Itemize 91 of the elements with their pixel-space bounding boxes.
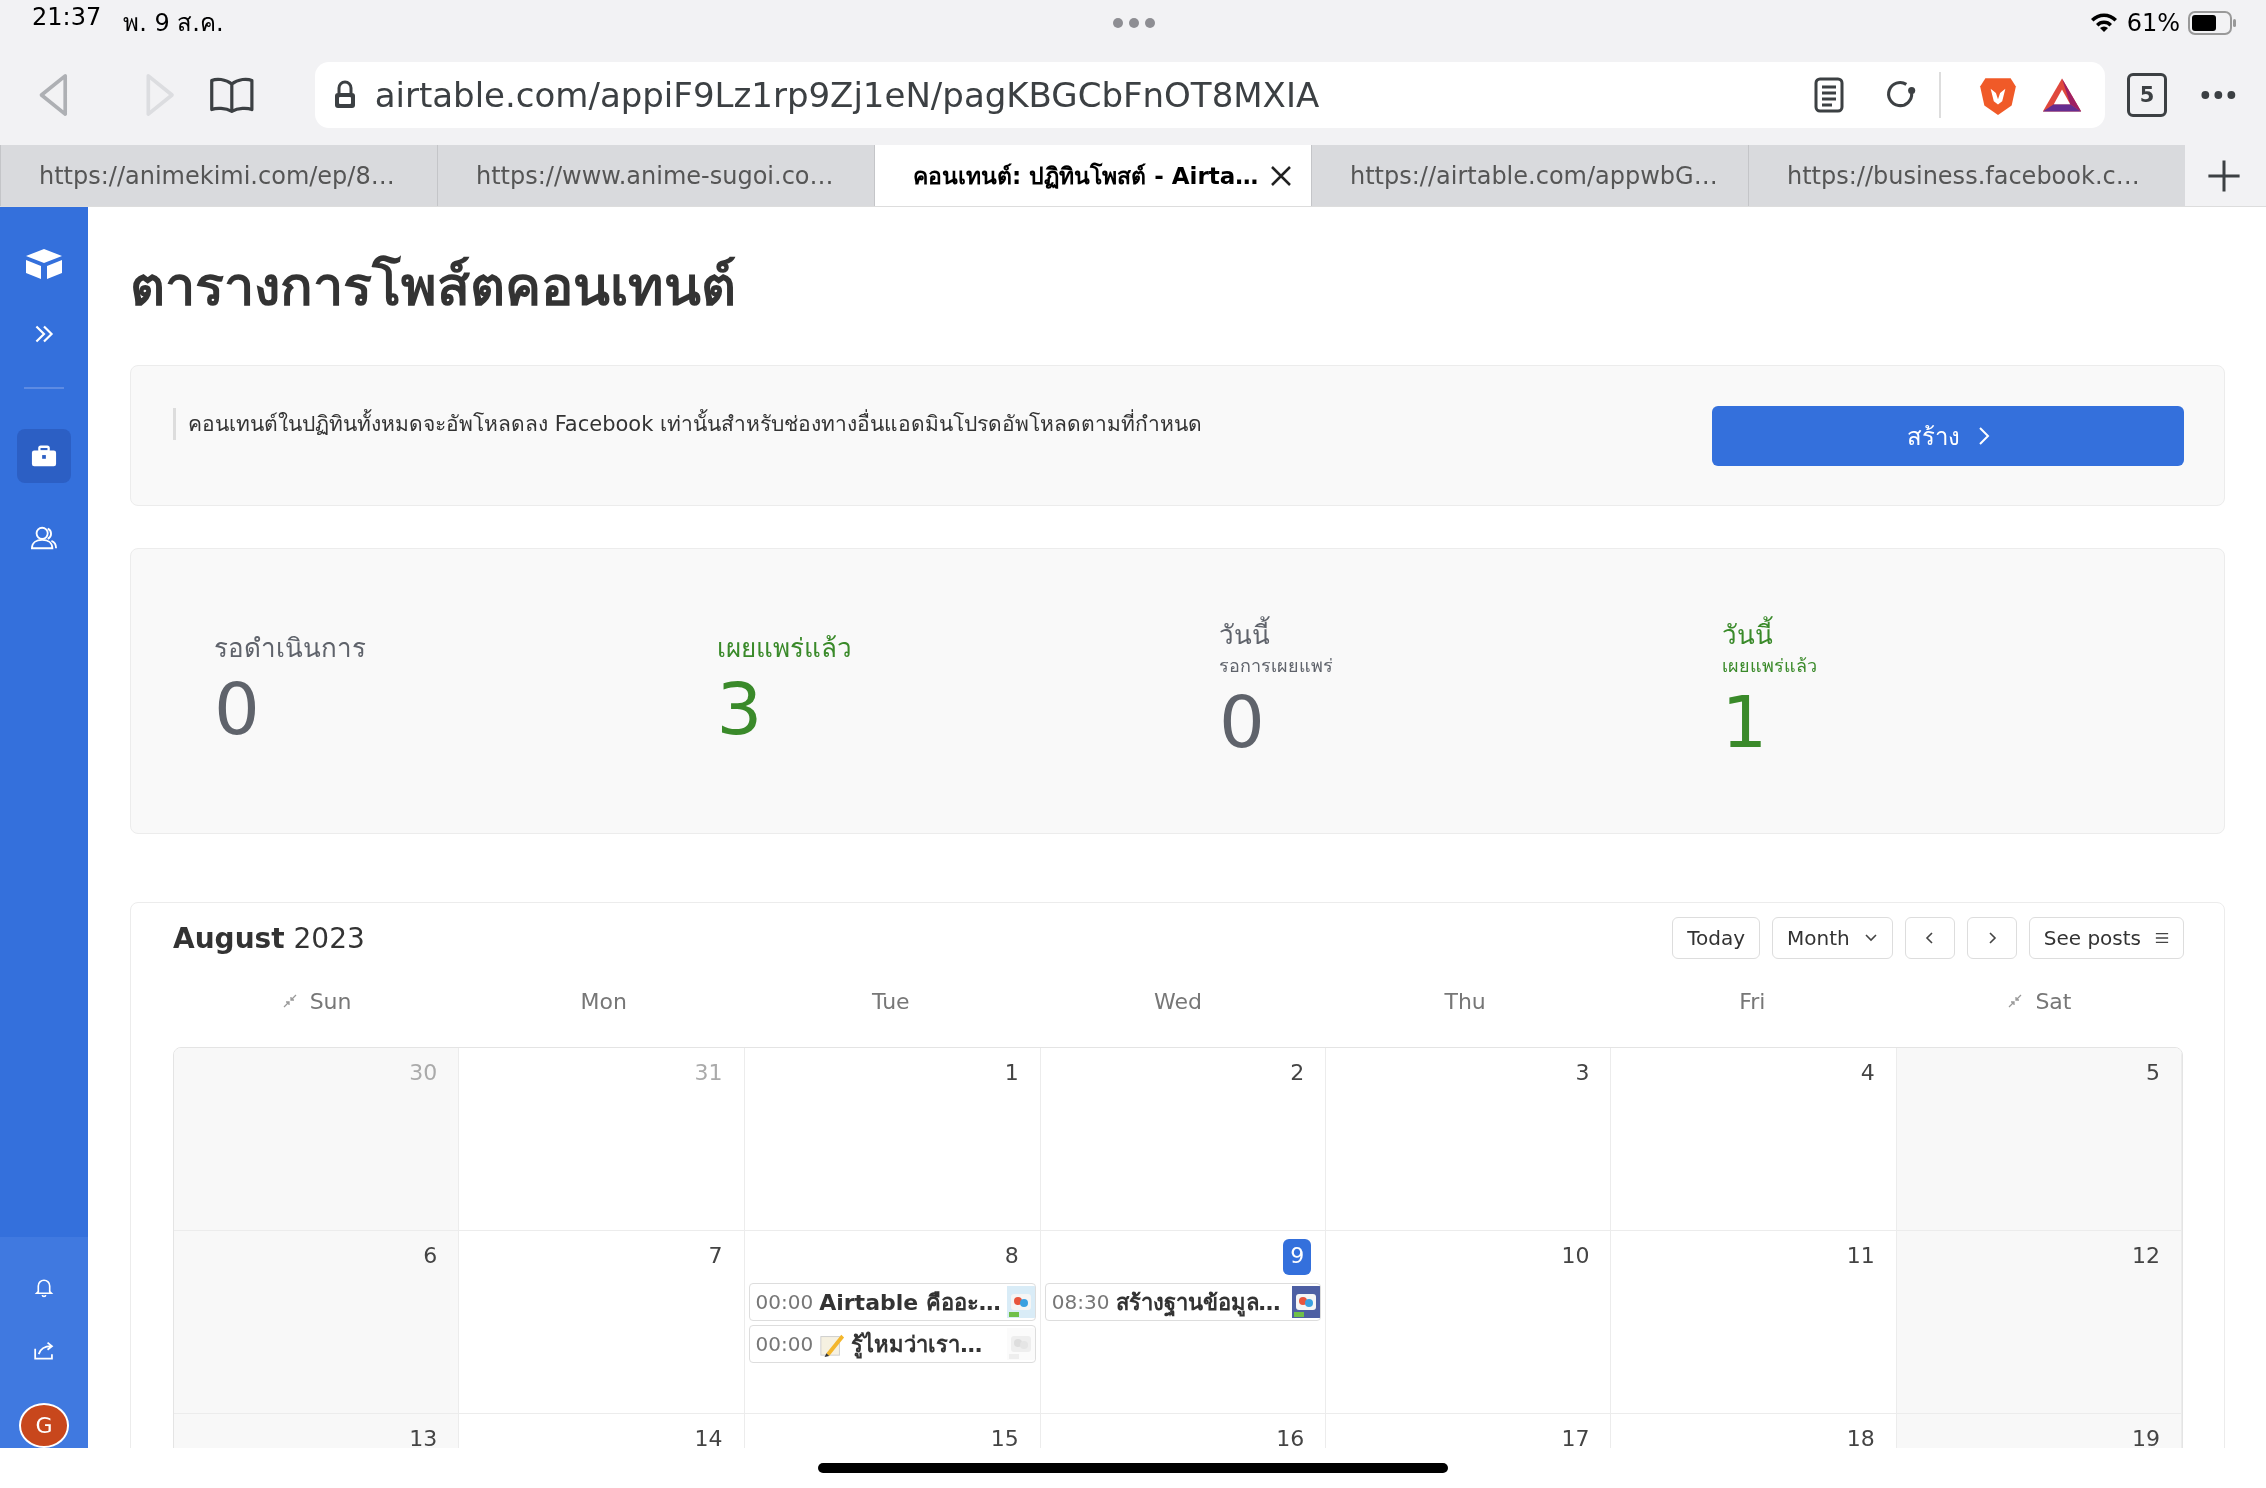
briefcase-icon [31, 443, 57, 469]
stat-value: 3 [716, 666, 764, 752]
weekday-label: Tue [872, 988, 910, 1014]
day-cell[interactable]: 10 [1326, 1231, 1612, 1414]
notice-text: คอนเทนต์ในปฏิทินทั้งหมดจะอัพโหลดลง Facebook เท่านั้นสำหรับช่องทางอื่นแอดมินโปรดอัพโหลดตามที่กำหนด [173, 408, 1203, 440]
stat-label: เผยแพร่แล้ว [716, 632, 853, 665]
day-cell[interactable]: 5 [1896, 1048, 2182, 1231]
stat-value: 0 [214, 666, 261, 752]
weekday-label: Wed [1154, 988, 1202, 1014]
page-title: ตารางการโพส์ตคอนเทนต์ [130, 254, 737, 320]
day-cell[interactable]: 4 [1611, 1048, 1897, 1231]
stat-sublabel: รอการเผยแพร่ [1219, 654, 1334, 678]
day-cell[interactable]: 11 [1611, 1231, 1897, 1414]
day-number: 16 [1275, 1425, 1306, 1448]
day-number: 17 [1560, 1425, 1591, 1448]
day-cell[interactable]: 7 [459, 1231, 745, 1414]
stat-value: 1 [1721, 679, 1769, 765]
stat-label: รอดำเนินการ [214, 632, 367, 665]
day-number: 18 [1845, 1425, 1876, 1448]
stat-label: วันนี้ [1721, 617, 2224, 653]
bell-icon[interactable] [32, 1277, 56, 1299]
day-number: 7 [707, 1242, 724, 1270]
new-tab-icon[interactable] [2206, 157, 2242, 194]
day-number: 31 [693, 1059, 724, 1087]
create-button[interactable]: สร้าง [1712, 406, 2184, 466]
lock-icon [332, 80, 357, 110]
day-cell[interactable]: 3 [1326, 1048, 1612, 1231]
day-cell[interactable]: 8 00:00 Airtable คืออะ… 00:00 รู้ไหมว่าเรา… [744, 1231, 1041, 1414]
day-cell[interactable]: 1 [744, 1048, 1041, 1231]
day-number: 9 [1283, 1239, 1312, 1275]
view-dropdown[interactable]: Month [1772, 917, 1893, 959]
see-posts-button[interactable]: See posts [2028, 917, 2184, 959]
day-number: 8 [1003, 1242, 1020, 1270]
weekday-label: Thu [1444, 988, 1486, 1014]
more-icon[interactable] [2201, 90, 2236, 100]
collapse-icon[interactable] [281, 993, 298, 1009]
day-cell[interactable]: 12 [1896, 1231, 2182, 1414]
weekday-label: Sat [2035, 988, 2072, 1014]
share-icon[interactable] [32, 1340, 56, 1362]
weekday-label: Mon [580, 988, 627, 1014]
battery-icon [2188, 10, 2236, 35]
day-number: 2 [1289, 1059, 1306, 1087]
day-number: 14 [693, 1425, 724, 1448]
day-number: 19 [2131, 1425, 2161, 1448]
day-number: 12 [2131, 1242, 2161, 1270]
day-number: 5 [2145, 1059, 2161, 1087]
day-number: 15 [989, 1425, 1020, 1448]
browser-tab[interactable]: https://www.anime-sugoi.co… [437, 145, 874, 206]
day-cell[interactable]: 19 [1896, 1414, 2182, 1448]
tab-count-button[interactable]: 5 [2126, 73, 2168, 117]
user-avatar[interactable]: G [19, 1403, 69, 1448]
status-time: 21:37 [32, 3, 102, 33]
day-number: 1 [1003, 1059, 1020, 1087]
day-number: 11 [1845, 1242, 1876, 1270]
event-chip[interactable]: 00:00 รู้ไหมว่าเรา… [748, 1325, 1036, 1363]
people-icon [31, 525, 57, 551]
day-cell[interactable]: 6 [174, 1231, 460, 1414]
day-cell[interactable]: 2 [1040, 1048, 1327, 1231]
day-number: 30 [408, 1059, 439, 1087]
day-number: 4 [1859, 1059, 1876, 1087]
day-cell[interactable]: 9 08:30 สร้างฐานข้อมูล… [1040, 1231, 1327, 1414]
browser-tab[interactable]: คอนเทนต์: ปฏิทินโพสต์ - Airta… [874, 145, 1311, 206]
browser-tab[interactable]: https://business.facebook.c… [1748, 145, 2185, 206]
weekday-label: Sun [309, 988, 352, 1014]
weekday-label: Fri [1739, 988, 1766, 1014]
browser-tab[interactable]: https://animekimi.com/ep/8… [0, 145, 437, 206]
day-cell[interactable]: 13 [174, 1414, 460, 1448]
address-bar[interactable]: airtable.com/appiF9Lz1rp9Zj1eN/pagKBGCbFnOT8MXIA [314, 62, 2105, 128]
stat-value: 0 [1219, 679, 1266, 765]
day-number: 10 [1560, 1242, 1591, 1270]
book-icon[interactable] [209, 75, 255, 115]
collapse-icon[interactable] [2007, 993, 2024, 1009]
today-button[interactable]: Today [1672, 917, 1761, 959]
calendar-month: August 2023 [173, 921, 365, 955]
url-text: airtable.com/appiF9Lz1rp9Zj1eN/pagKBGCbFnOT8MXIA [374, 75, 1321, 115]
day-number: 13 [408, 1425, 439, 1448]
browser-tab[interactable]: https://airtable.com/appwbG… [1311, 145, 1748, 206]
chevron-icon [1977, 426, 1990, 446]
sidebar-item[interactable] [17, 429, 71, 483]
close-icon[interactable] [1269, 163, 1293, 188]
list-icon [2155, 931, 2169, 945]
stat-label: วันนี้ [1219, 617, 1722, 653]
status-date: พ. 9 ส.ค. [123, 8, 224, 39]
event-chip[interactable]: 08:30 สร้างฐานข้อมูล… [1044, 1283, 1322, 1321]
reader-icon[interactable] [1812, 77, 1845, 113]
event-chip[interactable]: 00:00 Airtable คืออะ… [748, 1283, 1036, 1321]
day-number: 6 [422, 1242, 439, 1270]
day-number: 3 [1574, 1059, 1591, 1087]
stat-sublabel: เผยแพร่แล้ว [1721, 654, 1818, 678]
battery-percent: 61% [2126, 8, 2180, 37]
logo-icon[interactable] [24, 247, 64, 281]
